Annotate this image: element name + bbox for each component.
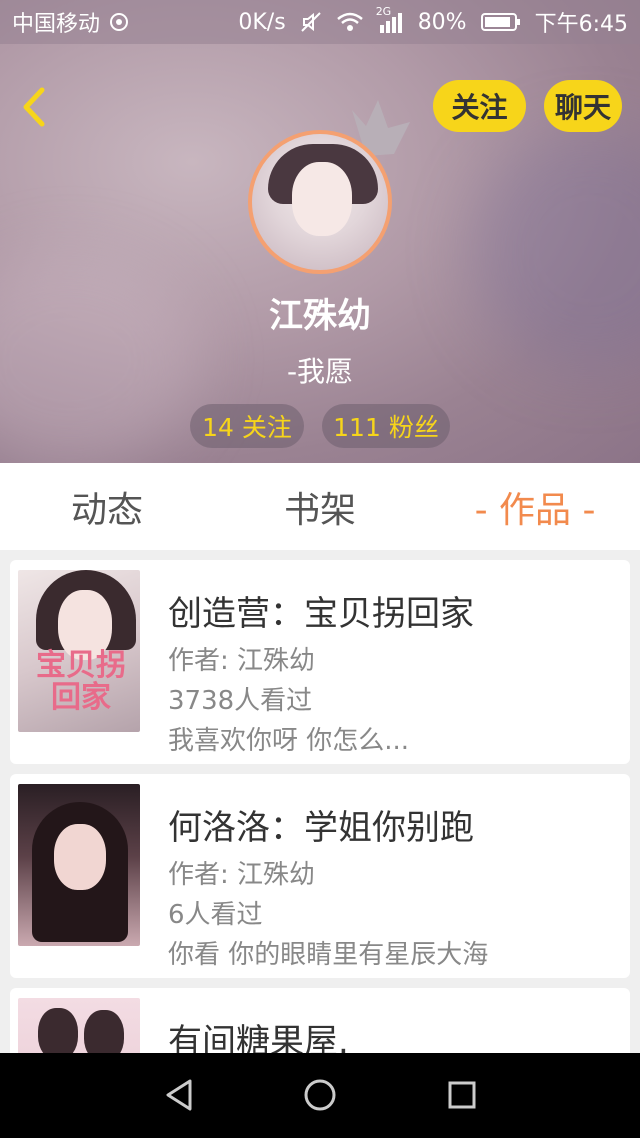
work-description: 我喜欢你呀 你怎么... (168, 726, 410, 756)
network-speed: 0K/s (238, 9, 286, 35)
work-cover: 宝贝拐回家 (18, 570, 140, 732)
follow-button[interactable]: 关注 (433, 80, 526, 132)
nav-back-button[interactable] (160, 1075, 200, 1115)
tab-works[interactable]: - 作品 - (460, 463, 610, 550)
location-icon (108, 11, 130, 33)
mute-icon (300, 11, 322, 33)
fans-count[interactable]: 111 粉丝 (322, 404, 450, 448)
work-views: 6人看过 (168, 900, 263, 930)
work-author: 作者: 江殊幼 (168, 860, 316, 890)
work-card[interactable]: 有间糖果屋. (10, 988, 630, 1053)
clock: 下午6:45 (534, 12, 628, 37)
wifi-icon (336, 11, 364, 33)
user-name: 江殊幼 (269, 296, 371, 336)
back-button[interactable] (14, 84, 54, 130)
cover-title: 宝贝拐回家 (36, 648, 126, 715)
network-type: 2G (375, 5, 392, 18)
work-author: 作者: 江殊幼 (168, 646, 316, 676)
work-description: 你看 你的眼睛里有星辰大海 (168, 940, 489, 970)
work-cover (18, 998, 140, 1053)
avatar[interactable] (248, 130, 392, 274)
work-title: 何洛洛：学姐你别跑 (168, 808, 474, 848)
status-bar: 中国移动 0K/s 2G 80% 下午6:45 (0, 0, 640, 44)
nav-home-button[interactable] (300, 1075, 340, 1115)
user-signature: -我愿 (286, 355, 354, 388)
work-card[interactable]: 何洛洛：学姐你别跑 作者: 江殊幼 6人看过 你看 你的眼睛里有星辰大海 (10, 774, 630, 978)
tab-feed[interactable]: 动态 (40, 463, 174, 550)
carrier-label: 中国移动 (12, 12, 101, 37)
work-title: 有间糖果屋. (168, 1022, 349, 1053)
battery-icon (480, 11, 521, 33)
signal-icon: 2G (376, 5, 404, 33)
work-card[interactable]: 宝贝拐回家 创造营：宝贝拐回家 作者: 江殊幼 3738人看过 我喜欢你呀 你怎… (10, 560, 630, 764)
profile-tabs: 动态 书架 - 作品 - (0, 463, 640, 550)
works-list: 宝贝拐回家 创造营：宝贝拐回家 作者: 江殊幼 3738人看过 我喜欢你呀 你怎… (0, 550, 640, 1053)
work-title: 创造营：宝贝拐回家 (168, 594, 474, 634)
circle-home-icon (304, 1079, 336, 1111)
nav-recents-button[interactable] (442, 1075, 482, 1115)
following-count[interactable]: 14 关注 (190, 404, 304, 448)
triangle-back-icon (166, 1079, 192, 1111)
profile-header: 中国移动 0K/s 2G 80% 下午6:45 关注 聊天 江殊幼 -我愿 14… (0, 0, 640, 463)
square-recents-icon (448, 1081, 476, 1109)
profile-screen: 中国移动 0K/s 2G 80% 下午6:45 关注 聊天 江殊幼 -我愿 14… (0, 0, 640, 1138)
chevron-left-icon (23, 87, 45, 127)
work-views: 3738人看过 (168, 686, 313, 716)
chat-button[interactable]: 聊天 (544, 80, 622, 132)
system-nav-bar (0, 1053, 640, 1138)
tab-shelf[interactable]: 书架 (253, 463, 387, 550)
work-cover (18, 784, 140, 946)
battery-percent: 80% (417, 9, 467, 35)
